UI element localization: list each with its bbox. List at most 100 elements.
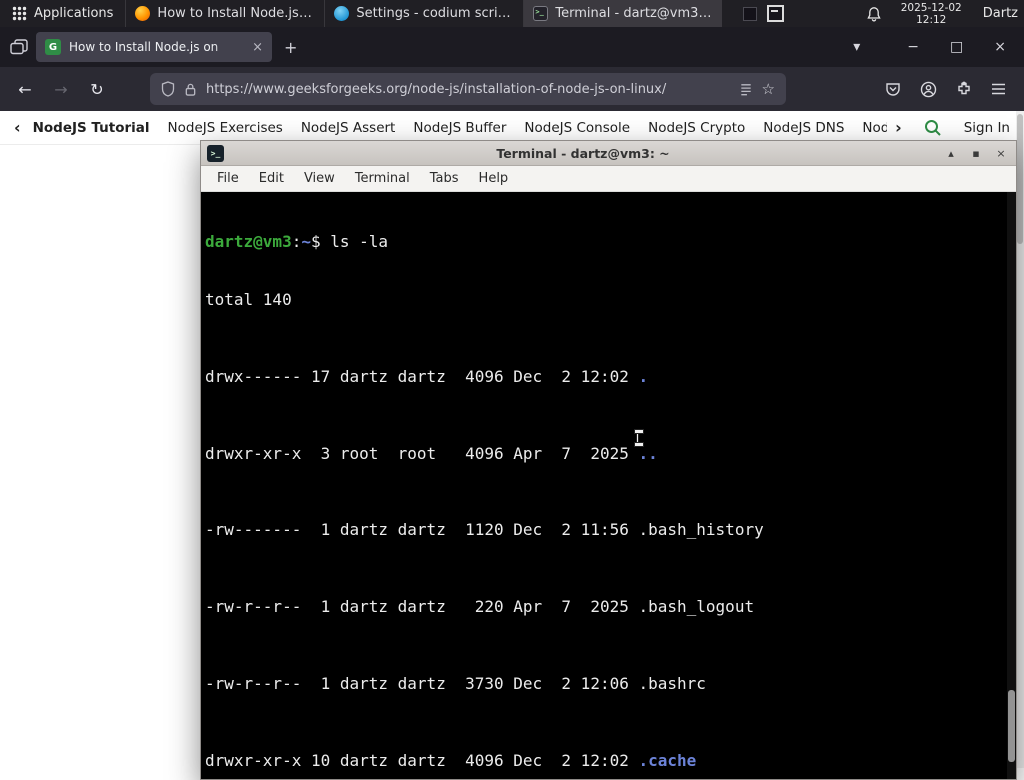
- window-app-icon: [334, 6, 350, 21]
- extensions-puzzle-icon[interactable]: [956, 81, 972, 97]
- window-maximize-button[interactable]: □: [950, 39, 963, 55]
- user-menu[interactable]: Dartz: [981, 6, 1024, 21]
- file-meta: drwxr-xr-x 3 root root 4096 Apr 7 2025: [205, 443, 639, 463]
- terminal-menu-item[interactable]: Edit: [249, 171, 294, 186]
- site-nav-link[interactable]: NodeJS Tutorial: [33, 120, 150, 136]
- tray-terminal-icon[interactable]: [766, 5, 784, 22]
- file-name: .bash_logout: [638, 597, 755, 617]
- site-nav-link[interactable]: NodeJS Crypto: [648, 120, 745, 136]
- tracking-shield-icon[interactable]: [161, 81, 175, 97]
- terminal-menu-item[interactable]: File: [207, 171, 249, 186]
- terminal-scrollbar-thumb[interactable]: [1008, 690, 1015, 762]
- applications-menu-button[interactable]: Applications: [0, 0, 125, 27]
- browser-tab[interactable]: G How to Install Node.js on ×: [36, 32, 272, 62]
- url-bar[interactable]: https://www.geeksforgeeks.org/node-js/in…: [150, 73, 786, 105]
- prompt-path: ~: [301, 232, 311, 252]
- terminal-title-bar[interactable]: >_ Terminal - dartz@vm3: ~ ▴ ▪ ×: [201, 141, 1016, 166]
- taskbar-window-button[interactable]: Terminal - dartz@vm3: ~: [523, 0, 723, 27]
- url-text[interactable]: https://www.geeksforgeeks.org/node-js/in…: [206, 82, 730, 97]
- terminal-menu-item[interactable]: Help: [469, 171, 519, 186]
- site-favicon: G: [45, 39, 61, 55]
- file-name: .bash_history: [638, 520, 764, 540]
- terminal-screen[interactable]: dartz@vm3:~$ ls -la total 140 drwx------…: [201, 192, 1016, 779]
- site-nav-right: › Sign In: [887, 118, 1010, 137]
- site-nav-link[interactable]: NodeJS Assert: [301, 120, 396, 136]
- file-meta: -rw-r--r-- 1 dartz dartz 220 Apr 7 2025: [205, 597, 639, 617]
- prompt-user-host: dartz@vm3: [205, 232, 292, 252]
- site-nav-link[interactable]: NodeJS Buffer: [413, 120, 506, 136]
- tab-title: How to Install Node.js on: [69, 40, 219, 54]
- site-nav-link[interactable]: NodeJS Exercises: [168, 120, 283, 136]
- file-name: .: [638, 366, 649, 386]
- file-meta: -rw-r--r-- 1 dartz dartz 3730 Dec 2 12:0…: [205, 674, 639, 694]
- terminal-app-icon: >_: [207, 144, 224, 162]
- new-tab-button[interactable]: +: [284, 38, 297, 57]
- clock-date: 2025-12-02: [900, 1, 962, 14]
- prompt-separator: :: [291, 232, 302, 252]
- forward-button[interactable]: →: [46, 74, 76, 104]
- terminal-close-button[interactable]: ×: [992, 147, 1010, 160]
- prompt-dollar: $: [310, 232, 331, 252]
- bookmark-star-icon[interactable]: ☆: [762, 80, 775, 98]
- terminal-minimize-button[interactable]: ▴: [942, 147, 960, 160]
- browser-tab-bar: G How to Install Node.js on × + ▾ − □ ×: [0, 27, 1024, 67]
- site-nav-link[interactable]: NodeJS DNS: [763, 120, 844, 136]
- window-app-icon: [135, 6, 151, 21]
- toolbar-right-icons: [885, 81, 1014, 98]
- terminal-menu-item[interactable]: Tabs: [420, 171, 469, 186]
- terminal-scrollbar[interactable]: [1007, 192, 1016, 779]
- terminal-maximize-button[interactable]: ▪: [967, 147, 985, 160]
- notification-bell-icon[interactable]: [866, 6, 882, 22]
- lock-icon[interactable]: [184, 82, 197, 97]
- terminal-menu-item[interactable]: View: [294, 171, 345, 186]
- window-title-label: Terminal - dartz@vm3: ~: [555, 6, 714, 21]
- window-title-label: Settings - codium script...: [356, 6, 515, 21]
- terminal-prompt-line: dartz@vm3:~$ ls -la: [205, 232, 1016, 251]
- terminal-menu-item[interactable]: Terminal: [345, 171, 420, 186]
- terminal-window: >_ Terminal - dartz@vm3: ~ ▴ ▪ × File Ed…: [200, 140, 1017, 780]
- terminal-menu-bar: File Edit View Terminal Tabs Help: [201, 166, 1016, 192]
- site-search-icon[interactable]: [924, 119, 942, 137]
- reader-mode-icon[interactable]: [739, 82, 753, 97]
- tab-close-icon[interactable]: ×: [252, 40, 263, 55]
- taskbar-window-button[interactable]: How to Install Node.js o...: [125, 0, 324, 27]
- terminal-output-line: drwx------ 17 dartz dartz 4096 Dec 2 12:…: [205, 367, 1016, 386]
- sign-in-button[interactable]: Sign In: [964, 120, 1010, 136]
- menu-hamburger-icon[interactable]: [991, 83, 1006, 95]
- clock[interactable]: 2025-12-02 12:12: [892, 2, 971, 26]
- file-meta: drwxr-xr-x 10 dartz dartz 4096 Dec 2 12:…: [205, 750, 639, 770]
- site-nav-link[interactable]: NodeJS Console: [524, 120, 630, 136]
- browser-toolbar: ← → ↻ https://www.geeksforgeeks.org/node…: [0, 67, 1024, 111]
- page-scrollbar-thumb[interactable]: [1017, 114, 1023, 244]
- page-scrollbar[interactable]: [1016, 111, 1024, 768]
- window-close-button[interactable]: ×: [994, 39, 1006, 55]
- list-all-tabs-chevron-icon[interactable]: ▾: [853, 39, 860, 55]
- applications-label: Applications: [34, 6, 114, 21]
- file-meta: drwx------ 17 dartz dartz 4096 Dec 2 12:…: [205, 366, 639, 386]
- terminal-title: Terminal - dartz@vm3: ~: [496, 145, 670, 161]
- pocket-save-icon[interactable]: [885, 81, 901, 97]
- terminal-output-line: -rw-r--r-- 1 dartz dartz 3730 Dec 2 12:0…: [205, 674, 1016, 693]
- clock-time: 12:12: [916, 13, 947, 26]
- window-minimize-button[interactable]: −: [907, 39, 919, 55]
- tray-window-icon[interactable]: [742, 6, 757, 21]
- reload-button[interactable]: ↻: [82, 74, 112, 104]
- system-tray: 2025-12-02 12:12 Dartz: [742, 2, 1024, 26]
- taskbar-window-button[interactable]: Settings - codium script...: [324, 0, 523, 27]
- file-name: .cache: [638, 750, 697, 770]
- back-button[interactable]: ←: [10, 74, 40, 104]
- nav-scroll-right-icon[interactable]: ›: [895, 118, 902, 137]
- terminal-output-line: drwxr-xr-x 10 dartz dartz 4096 Dec 2 12:…: [205, 751, 1016, 770]
- applications-grid-icon: [12, 6, 27, 21]
- site-nav-link[interactable]: Node: [862, 120, 887, 136]
- window-title-label: How to Install Node.js o...: [157, 6, 316, 21]
- browser-window-controls: ▾ − □ ×: [853, 39, 1014, 55]
- top-panel: Applications How to Install Node.js o...…: [0, 0, 1024, 27]
- account-avatar-icon[interactable]: [920, 81, 937, 98]
- terminal-total-line: total 140: [205, 290, 292, 310]
- window-app-icon: [533, 6, 549, 21]
- terminal-output-line: -rw-r--r-- 1 dartz dartz 220 Apr 7 2025 …: [205, 597, 1016, 616]
- nav-scroll-left-icon[interactable]: ‹: [14, 118, 21, 137]
- firefox-view-icon[interactable]: [6, 34, 32, 60]
- taskbar: How to Install Node.js o... Settings - c…: [125, 0, 723, 27]
